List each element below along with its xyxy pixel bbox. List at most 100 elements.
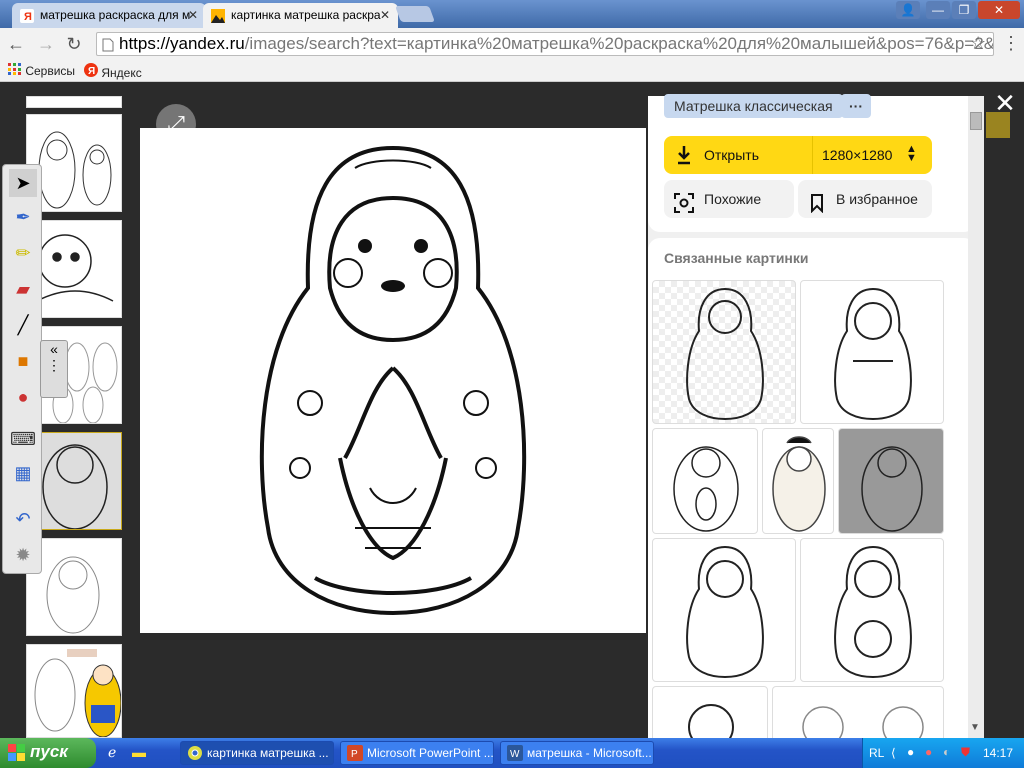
size-select-arrows-icon[interactable]: ▲ ▼ [906, 144, 917, 164]
viewer-top-strip [0, 82, 1024, 96]
tray-arrow-icon[interactable]: ⟨ [891, 746, 896, 760]
tab-close-icon[interactable]: ✕ [380, 8, 390, 22]
tray-shield-icon[interactable]: ⛊ [961, 745, 970, 760]
tray-volume-icon[interactable]: ◐ [943, 745, 950, 759]
related-image[interactable] [652, 538, 796, 682]
forward-arrow-icon[interactable]: → [36, 34, 56, 54]
related-image[interactable] [762, 428, 834, 534]
next-image-button[interactable]: › [588, 365, 628, 405]
new-tab-button[interactable] [395, 6, 435, 22]
clear-tool-icon[interactable]: ● [9, 383, 37, 411]
favorite-button[interactable]: В избранное [798, 180, 932, 218]
tab-matryoshka-picture[interactable]: картинка матрешка раскра ✕ [203, 3, 398, 28]
back-arrow-icon[interactable]: ← [6, 34, 26, 54]
address-bar[interactable]: https://yandex.ru/images/search?text=кар… [96, 32, 994, 56]
main-image[interactable] [140, 128, 646, 633]
start-label: пуск [30, 742, 68, 761]
eraser-tool-icon[interactable]: ▰ [9, 275, 37, 303]
keyboard-icon[interactable]: ⌨ [9, 425, 37, 453]
related-image[interactable] [652, 280, 796, 424]
yandex-favicon-icon: Я [20, 9, 34, 23]
task-label: матрешка - Microsoft... [527, 746, 652, 760]
bookmark-yandex[interactable]: Я Яндекс [84, 63, 142, 80]
download-icon [676, 145, 692, 168]
tag-chip[interactable]: Матрешка классическая [664, 94, 843, 118]
system-tray: RL ⟨ ● ● ◐ ⛊ 14:17 [862, 738, 1024, 768]
related-image[interactable] [652, 428, 758, 534]
task-label: картинка матрешка ... [207, 746, 329, 760]
whiteboard-icon[interactable]: ▦ [9, 459, 37, 487]
chrome-icon [187, 745, 203, 764]
drawing-tools-palette: ➤ ✒ ✏ ▰ ╱ ■ ● ⌨ ▦ ↶ ✹ [2, 164, 42, 574]
related-image[interactable] [800, 538, 944, 682]
pen-tool-icon[interactable]: ✒ [9, 203, 37, 231]
more-button[interactable]: ··· [841, 94, 871, 118]
page-icon [102, 37, 114, 55]
minimize-button[interactable]: — [926, 1, 950, 19]
url-host: https://yandex.ru [119, 34, 245, 53]
svg-text:P: P [351, 749, 358, 760]
maximize-button[interactable]: ❐ [952, 1, 976, 19]
panel-scrollbar[interactable] [968, 96, 984, 738]
thumbnail[interactable] [26, 96, 122, 108]
url-path: /images/search?text=картинка%20матрешка%… [244, 34, 994, 53]
powerpoint-icon: P [347, 745, 363, 764]
related-card: Связанные картинки [648, 238, 976, 738]
favorite-label: В избранное [836, 191, 918, 207]
bookmarks-bar [0, 60, 1024, 82]
bookmark-services[interactable]: Сервисы [8, 63, 75, 78]
tab-label: матрешка раскраска для м [40, 8, 191, 22]
similar-button[interactable]: Похожие [664, 180, 794, 218]
menu-icon[interactable]: ⋮ [1002, 33, 1020, 54]
yandex-images-favicon-icon [211, 9, 225, 23]
scrollbar-thumb[interactable] [970, 112, 982, 130]
tab-close-icon[interactable]: ✕ [188, 8, 198, 22]
palette-collapse-handle[interactable]: «⋮ [40, 340, 68, 398]
related-image[interactable] [838, 428, 944, 534]
related-image[interactable] [800, 280, 944, 424]
quicklaunch-folder-icon[interactable]: ▬ [132, 744, 146, 760]
open-button[interactable]: Открыть 1280×1280 ▲ ▼ [664, 136, 932, 174]
bookmark-icon [810, 189, 824, 227]
profile-icon[interactable]: 👤 [896, 1, 920, 19]
close-viewer-button[interactable]: ✕ [994, 90, 1016, 116]
divider [812, 136, 813, 174]
language-indicator[interactable]: RL [869, 746, 884, 760]
word-icon: W [507, 745, 523, 764]
prev-image-button[interactable]: ‹ [156, 365, 196, 405]
shapes-tool-icon[interactable]: ■ [9, 347, 37, 375]
taskbar-powerpoint[interactable]: P Microsoft PowerPoint ... [340, 741, 494, 765]
yandex-icon: Я [84, 63, 98, 80]
start-button[interactable]: пуск [0, 738, 96, 768]
similar-label: Похожие [704, 191, 762, 207]
tab-matryoshka-coloring[interactable]: Я матрешка раскраска для м ✕ [12, 3, 206, 28]
crop-icon[interactable]: ⌗ [156, 154, 196, 194]
thumbnail[interactable] [26, 644, 122, 738]
related-title: Связанные картинки [664, 250, 809, 266]
taskbar-chrome[interactable]: картинка матрешка ... [180, 741, 334, 765]
scroll-down-arrow-icon[interactable]: ▼ [970, 722, 980, 733]
fullscreen-icon[interactable]: ⤢ [156, 104, 196, 144]
line-tool-icon[interactable]: ╱ [9, 311, 37, 339]
reload-icon[interactable]: ↻ [64, 34, 84, 54]
tab-label: картинка матрешка раскра [231, 8, 381, 22]
apps-icon [8, 63, 22, 78]
quicklaunch-ie-icon[interactable]: ℯ [108, 744, 116, 761]
related-image[interactable] [772, 686, 944, 738]
settings-icon[interactable]: ✹ [9, 541, 37, 569]
taskbar-word[interactable]: W матрешка - Microsoft... [500, 741, 654, 765]
related-image[interactable] [652, 686, 768, 738]
highlighter-tool-icon[interactable]: ✏ [9, 239, 37, 267]
tray-app-icon[interactable]: ● [907, 745, 914, 759]
undo-icon[interactable]: ↶ [9, 505, 37, 533]
open-label: Открыть [704, 147, 759, 163]
pointer-tool-icon[interactable]: ➤ [9, 169, 37, 197]
windows-logo-icon [8, 744, 26, 767]
bookmark-label: Яндекс [101, 66, 142, 80]
svg-text:W: W [510, 749, 520, 760]
bookmark-star-icon[interactable]: ☆ [970, 33, 986, 54]
svg-text:Я: Я [24, 11, 32, 23]
svg-text:Я: Я [88, 66, 95, 77]
close-window-button[interactable]: ✕ [978, 1, 1020, 19]
tray-antivirus-icon[interactable]: ● [925, 745, 932, 759]
